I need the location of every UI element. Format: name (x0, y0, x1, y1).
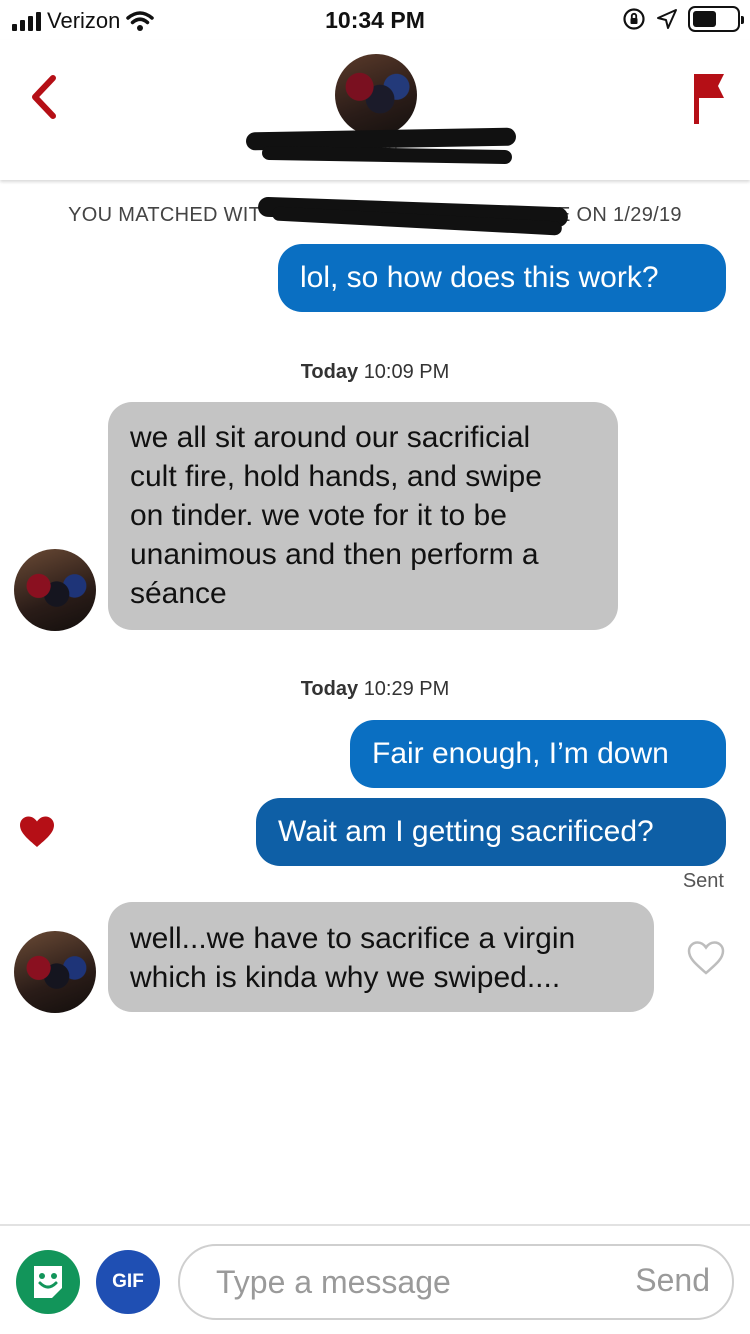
battery-icon (688, 6, 744, 32)
match-avatar-small[interactable] (14, 931, 96, 1013)
match-notice-suffix: IE ON 1/29/19 (551, 204, 682, 226)
outgoing-message[interactable]: Fair enough, I’m down (350, 720, 726, 788)
timestamp-time: 10:29 PM (363, 678, 450, 700)
sent-status: Sent (682, 870, 724, 892)
outgoing-message[interactable]: lol, so how does this work? (278, 244, 726, 312)
message-line: which is kinda why we swiped.... (130, 961, 561, 994)
match-notice-prefix: YOU MATCHED WIT (68, 204, 262, 226)
message-field[interactable]: Send (178, 1244, 734, 1320)
location-icon (657, 9, 677, 29)
sticker-smile-icon (34, 1266, 62, 1298)
heart-filled-icon[interactable] (18, 815, 56, 849)
rotation-lock-icon (623, 8, 645, 30)
incoming-message[interactable]: well...we have to sacrifice a virgin whi… (108, 902, 654, 1012)
redaction-mark (261, 145, 513, 165)
message-text: lol, so how does this work? (300, 261, 659, 294)
incoming-message[interactable]: we all sit around our sacrificial cult f… (108, 402, 618, 630)
match-avatar-small[interactable] (14, 549, 96, 631)
message-line: unanimous and then perform a (130, 538, 539, 571)
flag-icon (694, 74, 724, 124)
composer-bar: GIF Send (0, 1224, 750, 1334)
chat-header: amb (0, 40, 750, 180)
timestamp: Today 10:09 PM (0, 361, 750, 384)
sticker-button[interactable] (16, 1250, 80, 1314)
message-text: Wait am I getting sacrificed? (278, 815, 654, 848)
gif-label: GIF (112, 1271, 144, 1292)
chevron-left-icon (32, 75, 56, 119)
message-line: cult fire, hold hands, and swipe (130, 460, 542, 493)
timestamp-day: Today (300, 361, 359, 383)
message-line: well...we have to sacrifice a virgin (130, 922, 576, 955)
timestamp: Today 10:29 PM (0, 678, 750, 701)
timestamp-day: Today (300, 678, 359, 700)
status-icons (622, 6, 744, 32)
match-avatar[interactable] (335, 54, 417, 136)
heart-outline-icon[interactable] (686, 940, 726, 976)
message-text: Fair enough, I’m down (372, 737, 669, 770)
send-button[interactable]: Send (635, 1262, 710, 1299)
status-bar: Verizon 10:34 PM (0, 0, 750, 40)
message-input[interactable] (216, 1258, 596, 1306)
message-line: we all sit around our sacrificial (130, 421, 531, 454)
back-button[interactable] (24, 72, 64, 122)
message-line: séance (130, 577, 227, 610)
timestamp-time: 10:09 PM (363, 361, 450, 383)
outgoing-message[interactable]: Wait am I getting sacrificed? (256, 798, 726, 866)
gif-button[interactable]: GIF (96, 1250, 160, 1314)
report-button[interactable] (688, 70, 728, 126)
message-line: on tinder. we vote for it to be (130, 499, 507, 532)
